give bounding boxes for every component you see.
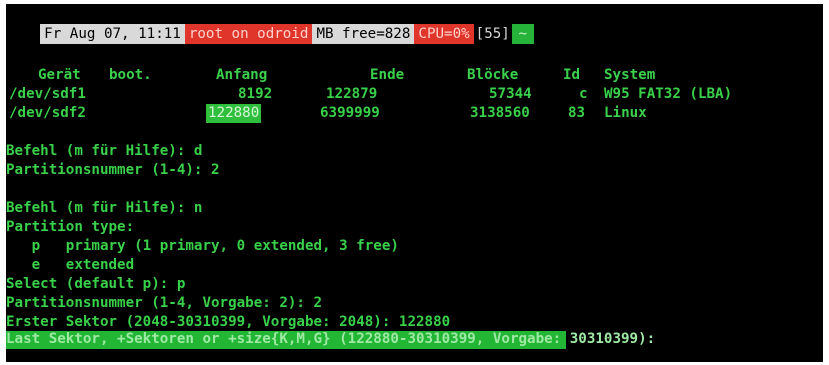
row-system: W95 FAT32 (LBA) xyxy=(604,86,733,102)
row-blocks: 57344 xyxy=(489,86,532,102)
partition-number-prompt: Partitionsnummer (1-4): 2 xyxy=(6,162,220,178)
row-id: 83 xyxy=(568,105,586,121)
col-start-header: Anfang xyxy=(216,67,268,83)
row-blocks: 3138560 xyxy=(470,105,530,121)
col-end-header: Ende xyxy=(370,67,405,83)
fdisk-command-line: Befehl (m für Hilfe): n xyxy=(6,200,203,216)
col-blocks-header: Blöcke xyxy=(467,67,519,83)
status-memory: MB free=828 xyxy=(312,24,415,44)
row-end: 122879 xyxy=(326,86,378,102)
col-boot-header: boot. xyxy=(109,67,152,83)
row-device: /dev/sdf1 xyxy=(9,86,86,102)
partition-number-prompt: Partitionsnummer (1-4, Vorgabe: 2): 2 xyxy=(6,295,323,311)
last-sector-highlight: Last Sektor, +Sektoren or +size{K,M,G} (… xyxy=(6,331,655,349)
row-end: 6399999 xyxy=(320,105,380,121)
row-device: /dev/sdf2 xyxy=(9,105,86,121)
col-device-header: Gerät xyxy=(38,67,81,83)
row-system: Linux xyxy=(604,105,647,121)
option-primary: p primary (1 primary, 0 extended, 3 free… xyxy=(6,238,399,254)
row-id: c xyxy=(579,86,588,102)
last-sector-prompt[interactable]: Last Sektor, +Sektoren or +size{K,M,G} (… xyxy=(6,330,655,349)
status-date: Fr Aug 07, 11:11 xyxy=(40,24,185,44)
option-extended: e extended xyxy=(6,257,135,273)
fdisk-command-line: Befehl (m für Hilfe): d xyxy=(6,143,203,159)
select-type-prompt: Select (default p): p xyxy=(6,276,186,292)
terminal-window[interactable]: Fr Aug 07, 11:11 root on odroid MB free=82… xyxy=(6,4,823,362)
col-id-header: Id xyxy=(563,67,581,83)
tmux-status-bar: Fr Aug 07, 11:11 root on odroid MB free=82… xyxy=(6,4,823,44)
status-current-dir[interactable]: ~ xyxy=(511,24,534,44)
status-cpu: CPU=0% xyxy=(414,24,474,44)
row-start: 8192 xyxy=(238,86,273,102)
row-start-selected: 122880 xyxy=(206,104,262,123)
partition-type-label: Partition type: xyxy=(6,219,135,235)
status-host: root on odroid xyxy=(184,24,313,44)
col-system-header: System xyxy=(604,67,656,83)
status-window-number[interactable]: [55] xyxy=(473,24,512,44)
